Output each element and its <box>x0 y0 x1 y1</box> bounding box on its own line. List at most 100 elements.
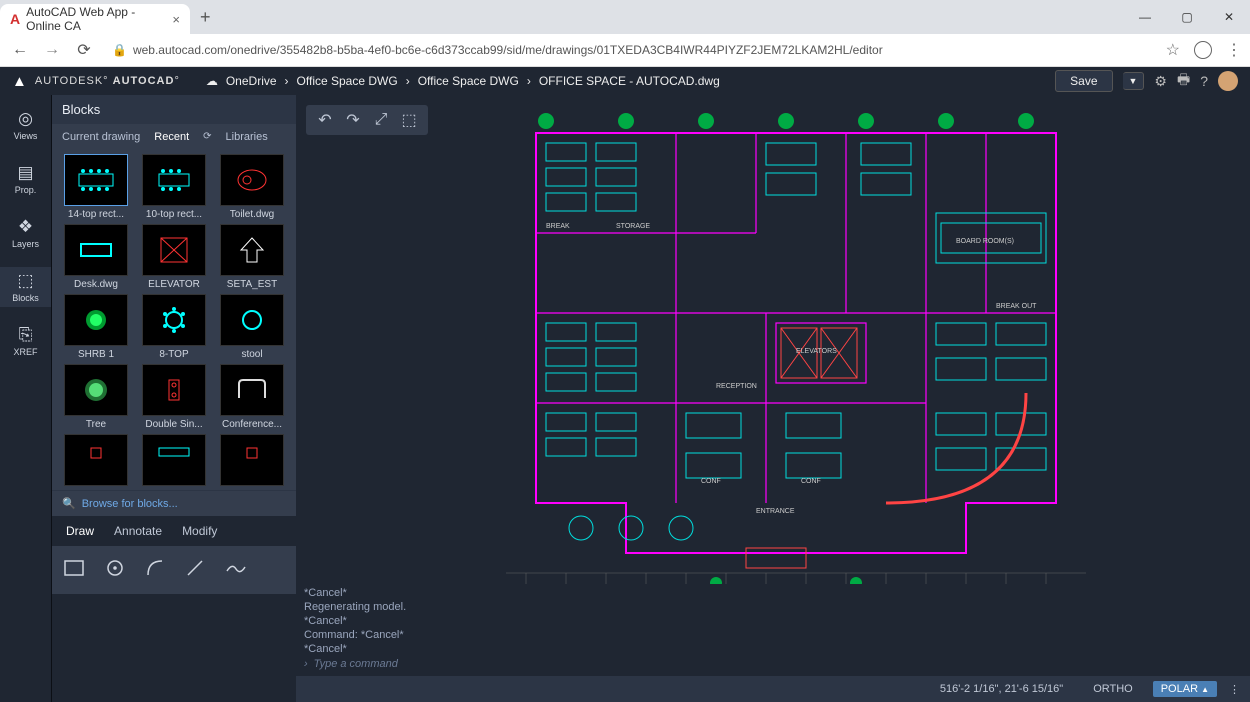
polar-toggle[interactable]: POLAR ▲ <box>1153 681 1217 697</box>
block-item[interactable] <box>216 434 288 486</box>
line-tool[interactable] <box>186 559 204 582</box>
close-tab-icon[interactable]: × <box>172 12 180 27</box>
refresh-icon[interactable]: ⟳ <box>203 131 211 143</box>
block-item[interactable]: Double Sin... <box>138 364 210 430</box>
chevron-right-icon: › <box>304 658 308 670</box>
browser-tab-bar: A AutoCAD Web App - Online CA × + — ▢ ✕ <box>0 0 1250 34</box>
svg-text:RECEPTION: RECEPTION <box>716 383 757 390</box>
block-item[interactable]: 8-TOP <box>138 294 210 360</box>
polyline-tool[interactable] <box>226 561 246 580</box>
print-icon[interactable]: 🖶 <box>1177 69 1190 93</box>
coordinates-readout: 516'-2 1/16", 21'-6 15/16" <box>940 683 1063 695</box>
command-input[interactable]: › Type a command <box>304 658 1242 670</box>
gear-icon[interactable]: ⚙ <box>1154 73 1167 90</box>
save-button[interactable]: Save <box>1055 70 1112 92</box>
block-item[interactable]: Conference... <box>216 364 288 430</box>
rectangle-tool[interactable] <box>64 560 84 581</box>
block-grid: 14-top rect... 10-top rect... Toilet.dwg… <box>52 150 296 490</box>
breadcrumb-item[interactable]: OneDrive <box>226 74 277 88</box>
floorplan-drawing: BREAK STORAGE ELEVATORS RECEPTION BOARD … <box>466 113 1116 593</box>
close-window-button[interactable]: ✕ <box>1208 1 1250 33</box>
zoom-extents-button[interactable]: ⤢ <box>368 109 394 131</box>
menu-icon[interactable]: ⋮ <box>1226 40 1242 60</box>
rail-xref[interactable]: ⎘XREF <box>0 321 51 361</box>
ortho-toggle[interactable]: ORTHO <box>1085 681 1141 697</box>
app-header: ▲ AUTODESK° AUTOCAD° ☁ OneDrive › Office… <box>0 67 1250 95</box>
rail-blocks[interactable]: ⬚Blocks <box>0 267 51 307</box>
canvas-area: ↶ ↷ ⤢ ⬚ <box>296 95 1250 702</box>
back-button[interactable]: ← <box>8 41 32 59</box>
block-item[interactable]: SHRB 1 <box>60 294 132 360</box>
search-icon: 🔍 <box>62 497 76 510</box>
lock-icon: 🔒 <box>112 43 127 57</box>
block-item[interactable] <box>60 434 132 486</box>
zoom-window-button[interactable]: ⬚ <box>396 109 422 131</box>
svg-text:BOARD ROOM(S): BOARD ROOM(S) <box>956 238 1014 245</box>
tab-current-drawing[interactable]: Current drawing <box>62 131 140 143</box>
svg-text:CONF: CONF <box>801 478 821 485</box>
block-item[interactable]: 14-top rect... <box>60 154 132 220</box>
breadcrumb-item[interactable]: OFFICE SPACE - AUTOCAD.dwg <box>539 74 720 88</box>
tab-recent[interactable]: Recent <box>154 131 189 143</box>
svg-text:STORAGE: STORAGE <box>616 223 650 230</box>
block-item[interactable]: Tree <box>60 364 132 430</box>
tab-annotate[interactable]: Annotate <box>114 524 162 538</box>
block-item[interactable] <box>138 434 210 486</box>
block-item[interactable]: 10-top rect... <box>138 154 210 220</box>
tool-tabs: Draw Annotate Modify <box>52 516 296 546</box>
block-item[interactable]: SETA_EST <box>216 224 288 290</box>
url-text: web.autocad.com/onedrive/355482b8-b5ba-4… <box>133 43 883 57</box>
arc-tool[interactable] <box>146 559 164 582</box>
brand-text: AUTODESK° AUTOCAD° <box>35 75 180 87</box>
autocad-favicon-icon: A <box>10 11 20 27</box>
layers-icon: ❖ <box>18 217 33 237</box>
block-item[interactable]: stool <box>216 294 288 360</box>
xref-icon: ⎘ <box>19 325 33 345</box>
new-tab-button[interactable]: + <box>190 7 221 28</box>
rail-views[interactable]: ◎Views <box>0 105 51 145</box>
blocks-panel: Blocks Current drawing Recent ⟳ Librarie… <box>52 95 296 516</box>
blocks-icon: ⬚ <box>17 271 33 291</box>
status-menu-icon[interactable]: ⋮ <box>1229 683 1240 696</box>
chevron-right-icon: › <box>406 74 410 88</box>
breadcrumb-item[interactable]: Office Space DWG <box>418 74 519 88</box>
chevron-right-icon: › <box>285 74 289 88</box>
command-log: *Cancel* Regenerating model. *Cancel* Co… <box>296 584 1250 672</box>
tab-libraries[interactable]: Libraries <box>226 131 268 143</box>
left-rail: ◎Views ▤Prop. ❖Layers ⬚Blocks ⎘XREF <box>0 95 52 702</box>
block-item[interactable]: ELEVATOR <box>138 224 210 290</box>
profile-icon[interactable] <box>1194 41 1212 59</box>
rail-properties[interactable]: ▤Prop. <box>0 159 51 199</box>
chevron-up-icon: ▲ <box>1201 685 1209 694</box>
tab-modify[interactable]: Modify <box>182 524 217 538</box>
svg-text:ELEVATORS: ELEVATORS <box>796 348 837 355</box>
maximize-button[interactable]: ▢ <box>1166 1 1208 33</box>
block-item[interactable]: Desk.dwg <box>60 224 132 290</box>
autodesk-logo-icon: ▲ <box>12 73 27 90</box>
rail-layers[interactable]: ❖Layers <box>0 213 51 253</box>
svg-text:BREAK: BREAK <box>546 223 570 230</box>
block-item[interactable]: Toilet.dwg <box>216 154 288 220</box>
browser-chrome: A AutoCAD Web App - Online CA × + — ▢ ✕ … <box>0 0 1250 67</box>
panel-title: Blocks <box>52 95 296 124</box>
tab-title: AutoCAD Web App - Online CA <box>26 5 166 33</box>
breadcrumb-item[interactable]: Office Space DWG <box>297 74 398 88</box>
svg-text:ENTRANCE: ENTRANCE <box>756 508 795 515</box>
svg-text:BREAK OUT: BREAK OUT <box>996 303 1037 310</box>
reload-button[interactable]: ⟳ <box>72 40 96 60</box>
browse-blocks-link[interactable]: 🔍 Browse for blocks... <box>52 490 296 516</box>
panel-tabs: Current drawing Recent ⟳ Libraries <box>52 124 296 150</box>
undo-button[interactable]: ↶ <box>312 109 338 131</box>
circle-tool[interactable] <box>106 559 124 582</box>
minimize-button[interactable]: — <box>1124 1 1166 33</box>
canvas-toolbar: ↶ ↷ ⤢ ⬚ <box>306 105 428 135</box>
forward-button[interactable]: → <box>40 41 64 59</box>
help-icon[interactable]: ? <box>1200 73 1208 89</box>
browser-tab[interactable]: A AutoCAD Web App - Online CA × <box>0 4 190 34</box>
url-field[interactable]: 🔒 web.autocad.com/onedrive/355482b8-b5ba… <box>104 43 1158 57</box>
redo-button[interactable]: ↷ <box>340 109 366 131</box>
avatar[interactable] <box>1218 71 1238 91</box>
tab-draw[interactable]: Draw <box>66 524 94 538</box>
star-icon[interactable]: ☆ <box>1166 40 1180 60</box>
save-dropdown[interactable]: ▼ <box>1123 72 1145 90</box>
